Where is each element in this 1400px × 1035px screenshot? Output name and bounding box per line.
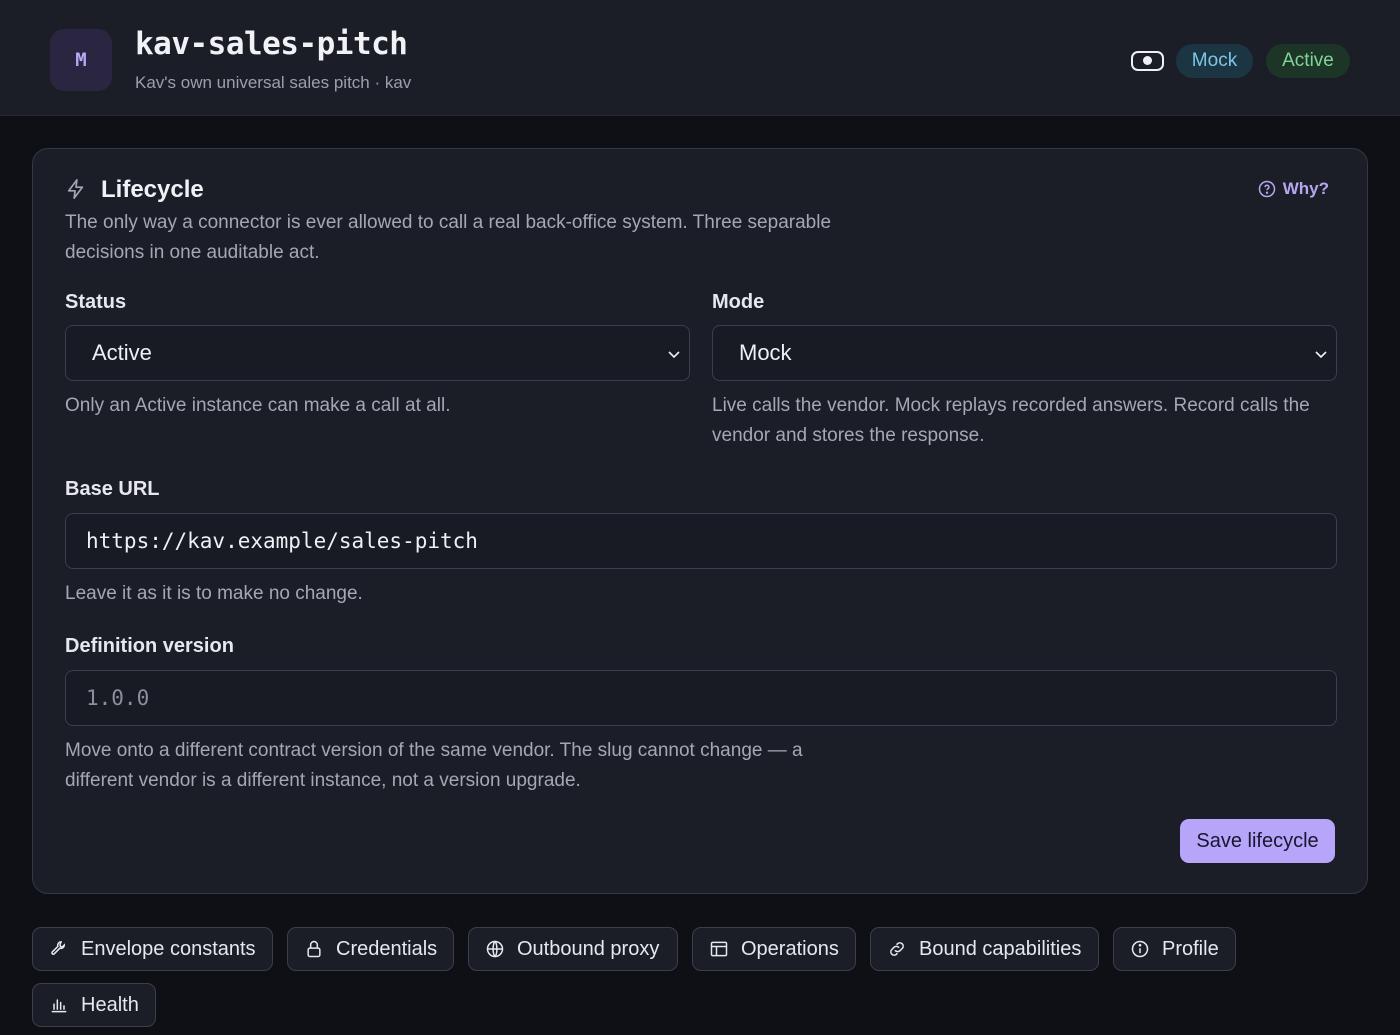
base-url-input[interactable]: https://kav.example/sales-pitch — [65, 513, 1337, 569]
mode-badge: Mock — [1176, 44, 1253, 78]
mode-value: Mock — [739, 340, 792, 365]
status-helper: Only an Active instance can make a call … — [65, 395, 451, 416]
status-value: Active — [92, 340, 152, 365]
chevron-down-icon — [668, 351, 680, 359]
page-header: M kav-sales-pitch Kav's own universal sa… — [0, 0, 1400, 116]
section-description: The only way a connector is ever allowed… — [65, 212, 832, 263]
tab-label: Credentials — [336, 937, 438, 960]
tab-label: Envelope constants — [81, 937, 256, 960]
mode-helper: Live calls the vendor. Mock replays reco… — [712, 395, 1310, 446]
help-circle-icon — [1258, 180, 1275, 198]
page-subtitle: Kav's own universal sales pitch · kav — [135, 73, 412, 92]
mode-select[interactable]: Mock — [712, 325, 1337, 381]
tab-health[interactable]: Health — [32, 983, 156, 1027]
lifecycle-card: Lifecycle Why? The only way a connector … — [32, 148, 1368, 894]
link-icon — [890, 942, 904, 956]
definition-version-label: Definition version — [65, 635, 234, 657]
base-url-label: Base URL — [65, 478, 160, 500]
bar-chart-icon — [51, 999, 67, 1013]
tab-outbound-proxy[interactable]: Outbound proxy — [468, 927, 678, 971]
wrench-icon — [51, 941, 66, 955]
lock-icon — [307, 940, 321, 958]
tab-label: Profile — [1162, 937, 1219, 960]
table-icon — [710, 941, 728, 957]
tab-label: Health — [81, 993, 139, 1016]
status-badge: Active — [1266, 44, 1350, 78]
definition-version-input[interactable]: 1.0.0 — [65, 670, 1337, 726]
status-select[interactable]: Active — [65, 325, 690, 381]
tab-bound-capabilities[interactable]: Bound capabilities — [870, 927, 1099, 971]
status-label: Status — [65, 291, 127, 313]
tab-label: Bound capabilities — [919, 937, 1082, 960]
globe-icon — [486, 940, 504, 958]
toggle-icon[interactable] — [1131, 51, 1164, 71]
info-icon — [1131, 940, 1149, 958]
save-lifecycle-button[interactable]: Save lifecycle — [1180, 819, 1335, 863]
tab-envelope-constants[interactable]: Envelope constants — [32, 927, 273, 971]
tab-profile[interactable]: Profile — [1113, 927, 1236, 971]
avatar: M — [50, 29, 112, 91]
base-url-helper: Leave it as it is to make no change. — [65, 583, 363, 604]
section-title: Lifecycle — [101, 176, 204, 203]
lightning-icon — [67, 179, 84, 199]
tab-operations[interactable]: Operations — [692, 927, 856, 971]
mode-label: Mode — [712, 291, 765, 313]
tab-label: Outbound proxy — [517, 937, 660, 960]
tab-label: Operations — [741, 937, 839, 960]
why-link[interactable]: Why? — [1258, 179, 1329, 199]
chevron-down-icon — [1315, 351, 1327, 359]
page-title: kav-sales-pitch — [135, 26, 408, 62]
definition-version-helper: Move onto a different contract version o… — [65, 740, 803, 791]
tab-credentials[interactable]: Credentials — [287, 927, 454, 971]
why-label: Why? — [1282, 179, 1329, 198]
